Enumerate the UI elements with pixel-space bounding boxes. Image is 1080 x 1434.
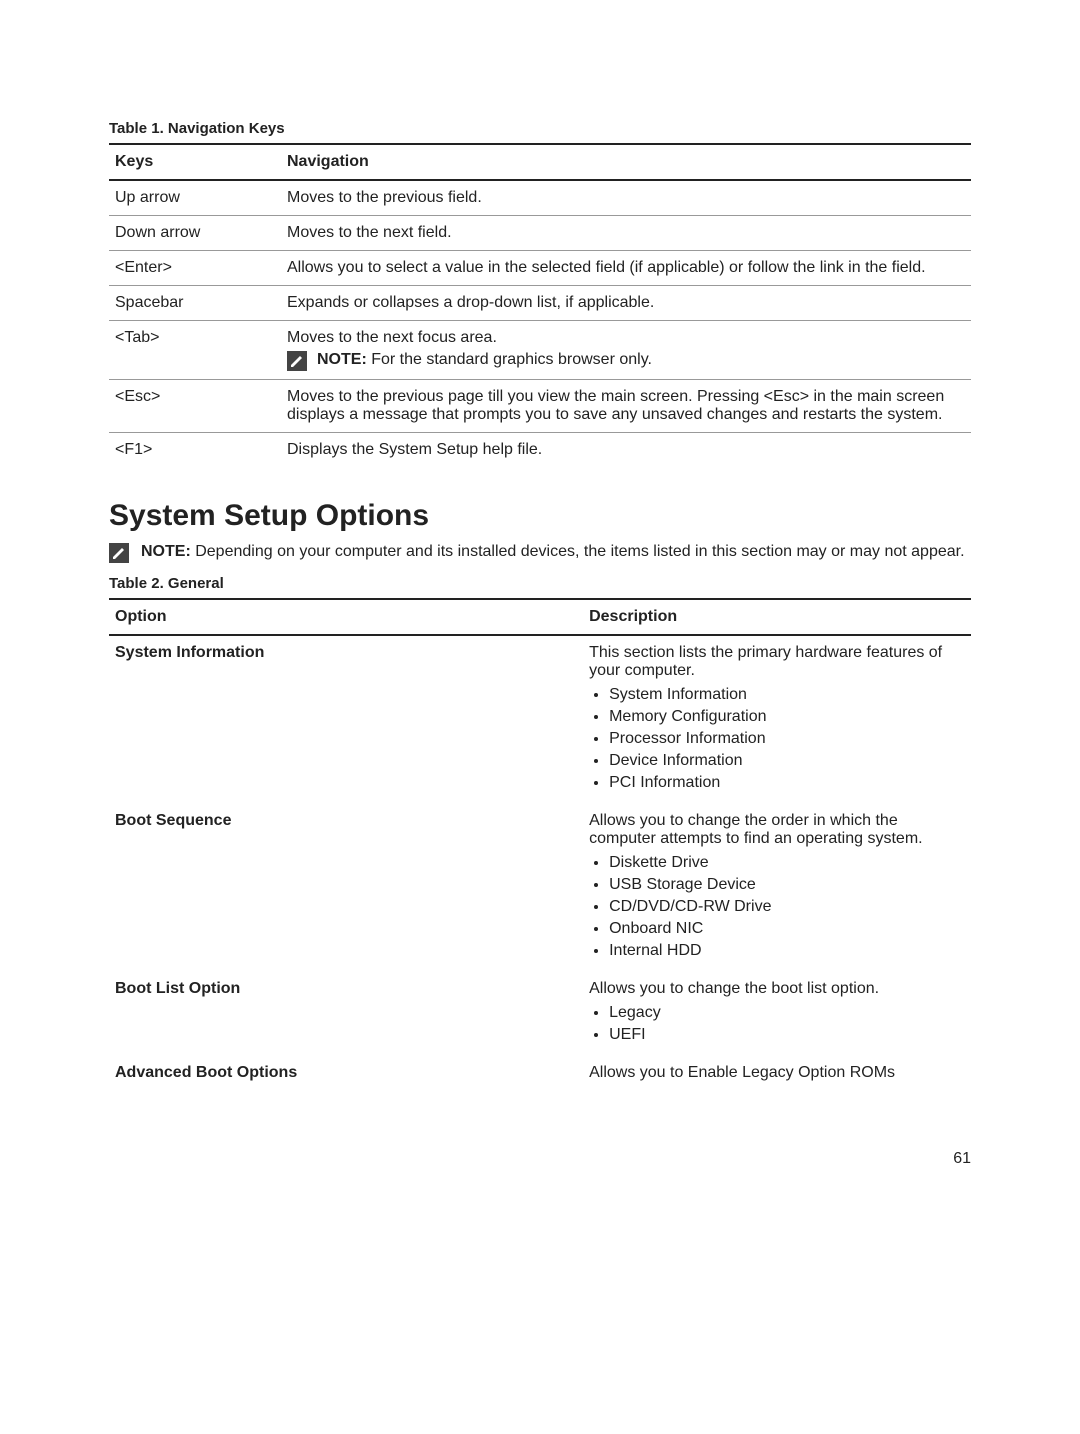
table1-caption: Table 1. Navigation Keys <box>109 120 971 137</box>
section-heading: System Setup Options <box>109 499 971 533</box>
list-item: Processor Information <box>609 730 965 748</box>
table2-caption: Table 2. General <box>109 575 971 592</box>
table-row: <Esc> Moves to the previous page till yo… <box>109 380 971 433</box>
table-header-row: Option Description <box>109 599 971 635</box>
table-row: Advanced Boot Options Allows you to Enab… <box>109 1056 971 1090</box>
navigation-keys-table: Keys Navigation Up arrow Moves to the pr… <box>109 143 971 467</box>
option-cell: System Information <box>109 635 583 804</box>
pencil-note-icon <box>287 351 307 371</box>
table-row: <F1> Displays the System Setup help file… <box>109 433 971 468</box>
note-body: Depending on your computer and its insta… <box>191 543 965 560</box>
section-note: NOTE: Depending on your computer and its… <box>109 543 971 563</box>
tab-note-text: NOTE: For the standard graphics browser … <box>317 351 652 369</box>
list-item: Memory Configuration <box>609 708 965 726</box>
option-cell: Boot Sequence <box>109 804 583 972</box>
table-row: Up arrow Moves to the previous field. <box>109 180 971 216</box>
pencil-note-icon <box>109 543 129 563</box>
nav-cell: Displays the System Setup help file. <box>281 433 971 468</box>
list-item: PCI Information <box>609 774 965 792</box>
nav-cell: Moves to the next focus area. NOTE: For … <box>281 321 971 380</box>
page-number: 61 <box>109 1150 971 1168</box>
list-item: System Information <box>609 686 965 704</box>
list-item: Internal HDD <box>609 942 965 960</box>
desc-cell: Allows you to change the boot list optio… <box>583 972 971 1056</box>
nav-cell: Moves to the previous field. <box>281 180 971 216</box>
table-row: Boot Sequence Allows you to change the o… <box>109 804 971 972</box>
col-keys-header: Keys <box>109 144 281 180</box>
list-item: Device Information <box>609 752 965 770</box>
bullet-list: System Information Memory Configuration … <box>589 686 965 792</box>
tab-note: NOTE: For the standard graphics browser … <box>287 351 965 371</box>
nav-cell: Allows you to select a value in the sele… <box>281 251 971 286</box>
key-cell: <F1> <box>109 433 281 468</box>
desc-text: Allows you to change the order in which … <box>589 812 965 848</box>
desc-text: Allows you to Enable Legacy Option ROMs <box>589 1064 965 1082</box>
key-cell: <Esc> <box>109 380 281 433</box>
nav-cell: Expands or collapses a drop-down list, i… <box>281 286 971 321</box>
key-cell: Spacebar <box>109 286 281 321</box>
list-item: Onboard NIC <box>609 920 965 938</box>
key-cell: <Tab> <box>109 321 281 380</box>
key-cell: Down arrow <box>109 216 281 251</box>
option-cell: Boot List Option <box>109 972 583 1056</box>
list-item: UEFI <box>609 1026 965 1044</box>
col-option-header: Option <box>109 599 583 635</box>
option-cell: Advanced Boot Options <box>109 1056 583 1090</box>
list-item: Diskette Drive <box>609 854 965 872</box>
section-note-text: NOTE: Depending on your computer and its… <box>141 543 965 561</box>
table-row: <Tab> Moves to the next focus area. NOTE… <box>109 321 971 380</box>
table-row: Down arrow Moves to the next field. <box>109 216 971 251</box>
note-body: For the standard graphics browser only. <box>367 351 652 368</box>
col-desc-header: Description <box>583 599 971 635</box>
general-table: Option Description System Information Th… <box>109 598 971 1090</box>
table-row: <Enter> Allows you to select a value in … <box>109 251 971 286</box>
desc-cell: Allows you to Enable Legacy Option ROMs <box>583 1056 971 1090</box>
note-label: NOTE: <box>317 351 367 368</box>
tab-desc-text: Moves to the next focus area. <box>287 329 965 347</box>
list-item: USB Storage Device <box>609 876 965 894</box>
col-nav-header: Navigation <box>281 144 971 180</box>
nav-cell: Moves to the next field. <box>281 216 971 251</box>
desc-cell: Allows you to change the order in which … <box>583 804 971 972</box>
desc-text: Allows you to change the boot list optio… <box>589 980 965 998</box>
desc-text: This section lists the primary hardware … <box>589 644 965 680</box>
bullet-list: Legacy UEFI <box>589 1004 965 1044</box>
table-row: System Information This section lists th… <box>109 635 971 804</box>
bullet-list: Diskette Drive USB Storage Device CD/DVD… <box>589 854 965 960</box>
desc-cell: This section lists the primary hardware … <box>583 635 971 804</box>
nav-cell: Moves to the previous page till you view… <box>281 380 971 433</box>
list-item: Legacy <box>609 1004 965 1022</box>
table-header-row: Keys Navigation <box>109 144 971 180</box>
key-cell: Up arrow <box>109 180 281 216</box>
list-item: CD/DVD/CD-RW Drive <box>609 898 965 916</box>
table-row: Boot List Option Allows you to change th… <box>109 972 971 1056</box>
table-row: Spacebar Expands or collapses a drop-dow… <box>109 286 971 321</box>
document-page: Table 1. Navigation Keys Keys Navigation… <box>0 0 1080 1228</box>
note-label: NOTE: <box>141 543 191 560</box>
key-cell: <Enter> <box>109 251 281 286</box>
